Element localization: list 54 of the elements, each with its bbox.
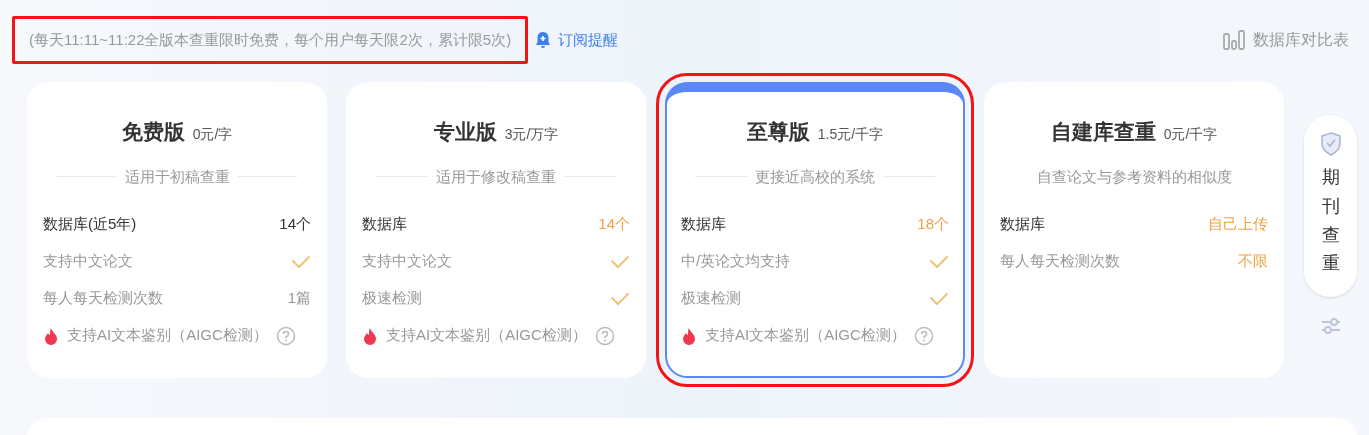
plan-name: 专业版 [433, 119, 497, 145]
feature-label: 极速检测 [362, 288, 422, 309]
feature-label: 支持中文论文 [43, 251, 133, 272]
subscribe-link[interactable]: 订阅提醒 [534, 28, 619, 52]
checkmark-icon [929, 291, 949, 306]
checkmark-icon [610, 254, 630, 269]
feature-label: 数据库 [681, 214, 726, 235]
sliders-icon[interactable] [1319, 315, 1342, 337]
feature-label: 数据库 [362, 214, 407, 235]
plan-card[interactable]: 专业版 3元/万字 适用于修改稿查重 数据库 14个 支持中文论文 极速检测 支持AI文本鉴别（AIGC检测） [346, 82, 646, 378]
feature-label: 中/英论文均支持 [681, 251, 791, 272]
flame-icon [681, 326, 697, 345]
feature-label: 每人每天检测次数 [43, 288, 163, 309]
feature-label: 每人每天检测次数 [1000, 251, 1120, 272]
feature-label: 数据库(近5年) [43, 214, 137, 235]
feature-label: 数据库 [1000, 214, 1045, 235]
feature-label: 支持AI文本鉴别（AIGC检测） [705, 325, 906, 346]
plan-price: 3元/万字 [504, 125, 559, 144]
help-icon[interactable] [275, 325, 296, 346]
feature-value: 14个 [598, 214, 630, 235]
help-icon[interactable] [594, 325, 615, 346]
bell-icon [534, 31, 553, 49]
feature-label: 支持AI文本鉴别（AIGC检测） [67, 325, 268, 346]
checkmark-icon [291, 254, 311, 269]
feature-label: 支持AI文本鉴别（AIGC检测） [386, 325, 587, 346]
feature-value: 18个 [917, 214, 949, 235]
side-tab-label: 期刊查重 [1321, 166, 1340, 276]
feature-value: 自己上传 [1208, 214, 1268, 235]
feature-value: 1篇 [287, 288, 311, 309]
shield-icon [1318, 131, 1343, 157]
flame-icon [43, 326, 59, 345]
plan-name: 至尊版 [746, 119, 810, 145]
plan-card[interactable]: 自建库查重 0元/千字 自查论文与参考资料的相似度 数据库 自己上传 每人每天检测次数 不限 [984, 82, 1284, 378]
plan-price: 1.5元/千字 [817, 125, 884, 144]
plan-subtitle: 自查论文与参考资料的相似度 [1036, 166, 1232, 187]
free-notice: (每天11:11~11:22全版本查重限时免费，每个用户每天限2次，累计限5次) [12, 15, 529, 65]
plan-subtitle: 适用于修改稿查重 [436, 166, 556, 187]
plan-subtitle: 更接近高校的系统 [755, 166, 875, 187]
plan-name: 免费版 [121, 119, 185, 145]
feature-label: 支持中文论文 [362, 251, 452, 272]
plan-subtitle: 适用于初稿查重 [124, 166, 230, 187]
help-icon[interactable] [913, 325, 934, 346]
plan-price: 0元/千字 [1163, 125, 1218, 144]
plan-price: 0元/字 [192, 125, 233, 144]
bar-chart-icon [1223, 30, 1245, 50]
feature-label: 极速检测 [681, 288, 741, 309]
checkmark-icon [610, 291, 630, 306]
checkmark-icon [929, 254, 949, 269]
plan-card[interactable]: 免费版 0元/字 适用于初稿查重 数据库(近5年) 14个 支持中文论文 每人每天检测次数 1篇 支持AI文本鉴别（AIGC检测） [27, 82, 327, 378]
feature-value: 14个 [279, 214, 311, 235]
side-tab[interactable]: 期刊查重 [1304, 115, 1357, 297]
feature-value: 不限 [1238, 251, 1268, 272]
plan-name: 自建库查重 [1050, 119, 1156, 145]
flame-icon [362, 326, 378, 345]
